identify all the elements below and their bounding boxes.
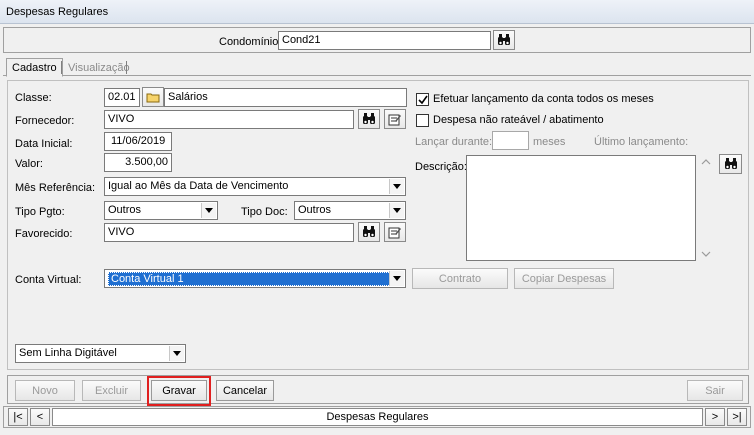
condominio-search-button[interactable]	[493, 30, 515, 50]
condominio-input[interactable]: Cond21	[278, 31, 491, 50]
efetuar-lancamento-label[interactable]: Efetuar lançamento da conta todos os mes…	[433, 93, 654, 105]
nav-next-button[interactable]: >	[705, 408, 725, 426]
tipo-doc-value: Outros	[298, 204, 332, 216]
cancelar-button[interactable]: Cancelar	[216, 380, 274, 401]
tipo-doc-select[interactable]: Outros	[294, 201, 406, 220]
tab-separator	[61, 61, 62, 74]
lancar-durante-label: Lançar durante:	[415, 136, 493, 148]
mes-referencia-select[interactable]: Igual ao Mês da Data de Vencimento	[104, 177, 406, 196]
tab-separator	[126, 61, 127, 74]
folder-icon[interactable]	[142, 87, 164, 107]
conta-virtual-select[interactable]: Conta Virtual 1	[104, 269, 406, 288]
mes-referencia-value: Igual ao Mês da Data de Vencimento	[108, 180, 289, 192]
fornecedor-edit-button[interactable]	[384, 109, 406, 129]
chevron-down-icon[interactable]	[169, 346, 184, 361]
fornecedor-input[interactable]: VIVO	[104, 110, 354, 129]
nav-last-button[interactable]: >|	[727, 408, 747, 426]
classe-name-input[interactable]: Salários	[164, 88, 407, 107]
chevron-down-icon[interactable]	[389, 271, 404, 286]
scroll-up-icon[interactable]	[701, 159, 711, 165]
nav-first-button[interactable]: |<	[8, 408, 28, 426]
excluir-button[interactable]: Excluir	[82, 380, 141, 401]
descricao-search-button[interactable]	[719, 154, 742, 174]
tipo-pgto-label: Tipo Pgto:	[15, 206, 65, 218]
fornecedor-search-button[interactable]	[358, 109, 380, 129]
data-inicial-input[interactable]: 11/06/2019	[104, 132, 172, 151]
favorecido-search-button[interactable]	[358, 222, 380, 242]
descricao-textarea[interactable]	[466, 155, 696, 261]
chevron-down-icon[interactable]	[389, 179, 404, 194]
conta-virtual-label: Conta Virtual:	[15, 274, 82, 286]
chevron-down-icon[interactable]	[389, 203, 404, 218]
tab-visualizacao[interactable]: Visualização	[63, 59, 135, 77]
tipo-pgto-value: Outros	[108, 204, 142, 216]
binoculars-icon	[363, 226, 375, 237]
mes-referencia-label: Mês Referência:	[15, 182, 96, 194]
novo-button[interactable]: Novo	[15, 380, 75, 401]
sair-button[interactable]: Sair	[687, 380, 743, 401]
copiar-despesas-button[interactable]: Copiar Despesas	[514, 268, 614, 289]
favorecido-input[interactable]: VIVO	[104, 223, 354, 242]
gravar-button[interactable]: Gravar	[151, 380, 207, 401]
edit-form-icon	[388, 114, 401, 125]
classe-label: Classe:	[15, 92, 52, 104]
lancar-durante-input[interactable]	[492, 131, 529, 150]
classe-code-input[interactable]: 02.01	[104, 88, 140, 107]
descricao-scrollbar[interactable]	[699, 155, 713, 261]
tab-cadastro[interactable]: Cadastro	[6, 58, 63, 77]
descricao-label: Descrição:	[415, 161, 467, 173]
linha-digitavel-value: Sem Linha Digitável	[19, 347, 117, 359]
data-inicial-label: Data Inicial:	[15, 138, 73, 150]
nav-prev-button[interactable]: <	[30, 408, 50, 426]
fornecedor-label: Fornecedor:	[15, 115, 75, 127]
efetuar-lancamento-checkbox[interactable]	[416, 93, 429, 106]
edit-form-icon	[388, 227, 401, 238]
ultimo-lancamento-label: Último lançamento:	[594, 136, 689, 148]
favorecido-label: Favorecido:	[15, 228, 73, 240]
contrato-button[interactable]: Contrato	[412, 268, 508, 289]
linha-digitavel-select[interactable]: Sem Linha Digitável	[15, 344, 186, 363]
despesa-nao-rateavel-checkbox[interactable]	[416, 114, 429, 127]
conta-virtual-value: Conta Virtual 1	[108, 272, 391, 286]
favorecido-edit-button[interactable]	[384, 222, 406, 242]
tipo-doc-label: Tipo Doc:	[241, 206, 288, 218]
despesa-nao-rateavel-label[interactable]: Despesa não rateável / abatimento	[433, 114, 604, 126]
binoculars-icon	[363, 113, 375, 124]
valor-label: Valor:	[15, 158, 43, 170]
chevron-down-icon[interactable]	[201, 203, 216, 218]
checkmark-icon	[417, 95, 428, 104]
valor-input[interactable]: 3.500,00	[104, 153, 172, 172]
scroll-down-icon[interactable]	[701, 251, 711, 257]
tipo-pgto-select[interactable]: Outros	[104, 201, 218, 220]
window-title: Despesas Regulares	[0, 0, 754, 24]
meses-label: meses	[533, 136, 566, 148]
condominio-label: Condomínio:	[219, 36, 282, 48]
binoculars-icon	[498, 34, 510, 45]
binoculars-icon	[724, 158, 737, 169]
nav-caption: Despesas Regulares	[52, 408, 703, 426]
